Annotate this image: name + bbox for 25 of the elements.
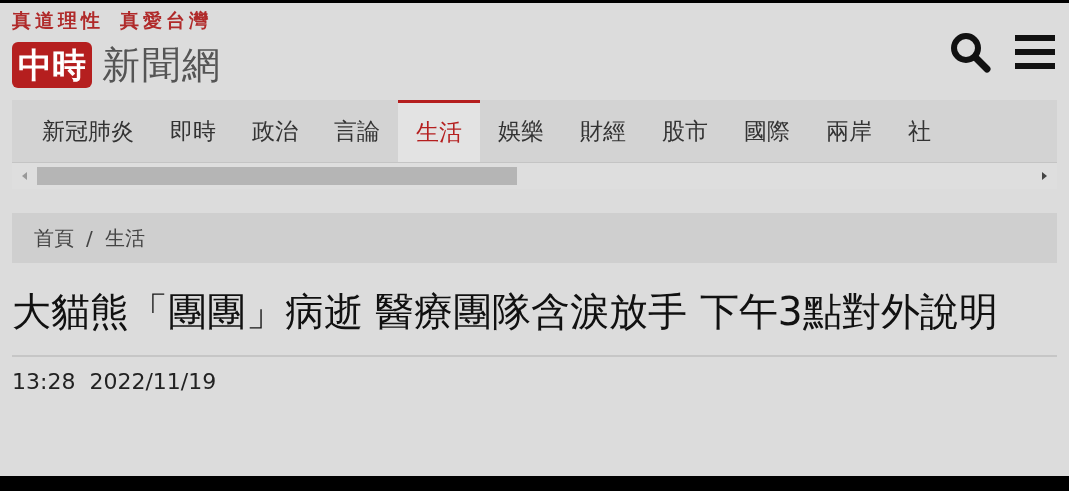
scroll-right-icon[interactable] — [1042, 172, 1047, 180]
nav-tab[interactable]: 即時 — [152, 100, 234, 162]
tagline-text: 真道理性 — [12, 8, 104, 32]
breadcrumb-separator: / — [86, 226, 93, 250]
menu-icon[interactable] — [1015, 34, 1055, 70]
publish-time: 13:28 — [12, 369, 76, 394]
nav-tab[interactable]: 娛樂 — [480, 100, 562, 162]
publish-date: 2022/11/19 — [89, 369, 217, 394]
nav-tab[interactable]: 言論 — [316, 100, 398, 162]
breadcrumb-link[interactable]: 首頁 — [34, 224, 74, 252]
nav-tab[interactable]: 國際 — [726, 100, 808, 162]
nav-tab[interactable]: 社 — [890, 100, 949, 162]
nav-tab[interactable]: 財經 — [562, 100, 644, 162]
nav-tab[interactable]: 新冠肺炎 — [24, 100, 152, 162]
scroll-thumb[interactable] — [37, 167, 517, 185]
nav-tab[interactable]: 生活 — [398, 100, 480, 162]
logo-mark[interactable]: 中時 — [12, 42, 92, 88]
tagline-text: 真愛台灣 — [120, 8, 212, 32]
nav-tab[interactable]: 股市 — [644, 100, 726, 162]
article-headline: 大貓熊「團團」病逝 醫療團隊含淚放手 下午3點對外說明 — [12, 287, 1057, 357]
search-icon[interactable] — [949, 31, 991, 73]
breadcrumb-link[interactable]: 生活 — [104, 224, 145, 252]
logo-name[interactable]: 新聞網 — [102, 42, 222, 88]
nav-tab[interactable]: 政治 — [234, 100, 316, 162]
nav-tab[interactable]: 兩岸 — [808, 100, 890, 162]
